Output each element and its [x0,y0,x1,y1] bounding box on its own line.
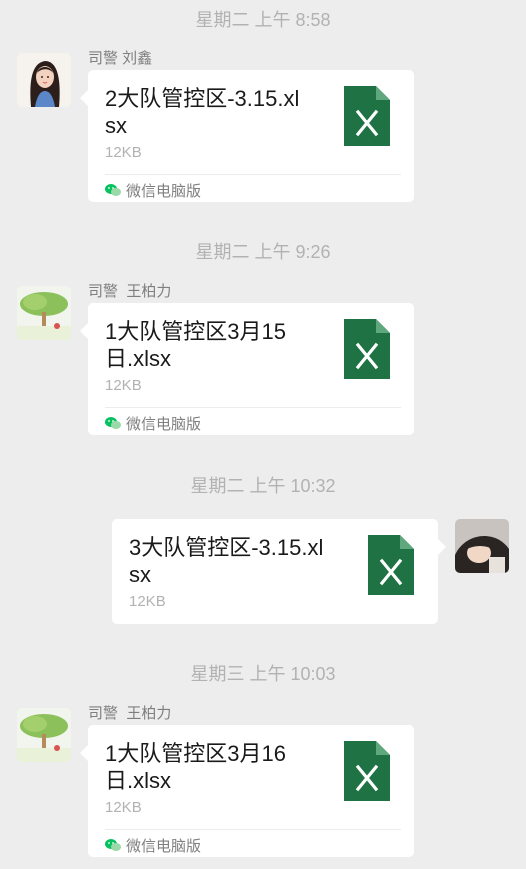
wechat-icon [105,839,121,851]
tree-landscape-icon [17,286,71,340]
source-label: 微信电脑版 [126,182,202,200]
file-name: 2大队管控区-3.15.xlsx [105,86,300,138]
source-label: 微信电脑版 [126,837,202,855]
timestamp: 星期二 上午 9:26 [195,242,331,262]
avatar[interactable] [17,53,71,107]
file-message-card[interactable]: 1大队管控区3月15日.xlsx 12KB 微信电脑版 [80,303,414,435]
source-label: 微信电脑版 [126,415,202,433]
file-size: 12KB [105,377,142,394]
timestamp: 星期三 上午 10:03 [190,664,336,684]
file-message-card[interactable]: 1大队管控区3月16日.xlsx 12KB 微信电脑版 [80,725,414,857]
divider [105,407,401,408]
file-name: 1大队管控区3月15日.xlsx [105,319,286,371]
divider [105,829,401,830]
file-size: 12KB [129,593,166,610]
excel-file-icon [344,86,390,146]
tree-landscape-icon [17,708,71,762]
sender-name: 司警 王柏力 [88,283,172,300]
timestamp: 星期二 上午 10:32 [190,476,336,496]
file-name: 1大队管控区3月16日.xlsx [105,741,286,793]
file-message-card[interactable]: 2大队管控区-3.15.xlsx 12KB 微信电脑版 [80,70,414,202]
file-size: 12KB [105,144,142,161]
source-row: 微信电脑版 [105,835,201,855]
sender-name: 司警 王柏力 [88,705,172,722]
avatar[interactable] [17,708,71,762]
wechat-icon [105,417,121,429]
file-message-card[interactable]: 3大队管控区-3.15.xlsx 12KB [112,519,446,624]
excel-file-icon [344,741,390,801]
divider [105,174,401,175]
avatar[interactable] [455,519,509,573]
timestamp: 星期二 上午 8:58 [195,10,331,30]
child-photo-icon [455,519,509,573]
excel-file-icon [368,535,414,595]
source-row: 微信电脑版 [105,413,201,433]
woman-illustration-icon [17,53,71,107]
sender-name: 司警 刘鑫 [88,50,153,67]
avatar[interactable] [17,286,71,340]
excel-file-icon [344,319,390,379]
file-name: 3大队管控区-3.15.xlsx [129,535,324,587]
source-row: 微信电脑版 [105,180,201,200]
wechat-icon [105,184,121,196]
file-size: 12KB [105,799,142,816]
